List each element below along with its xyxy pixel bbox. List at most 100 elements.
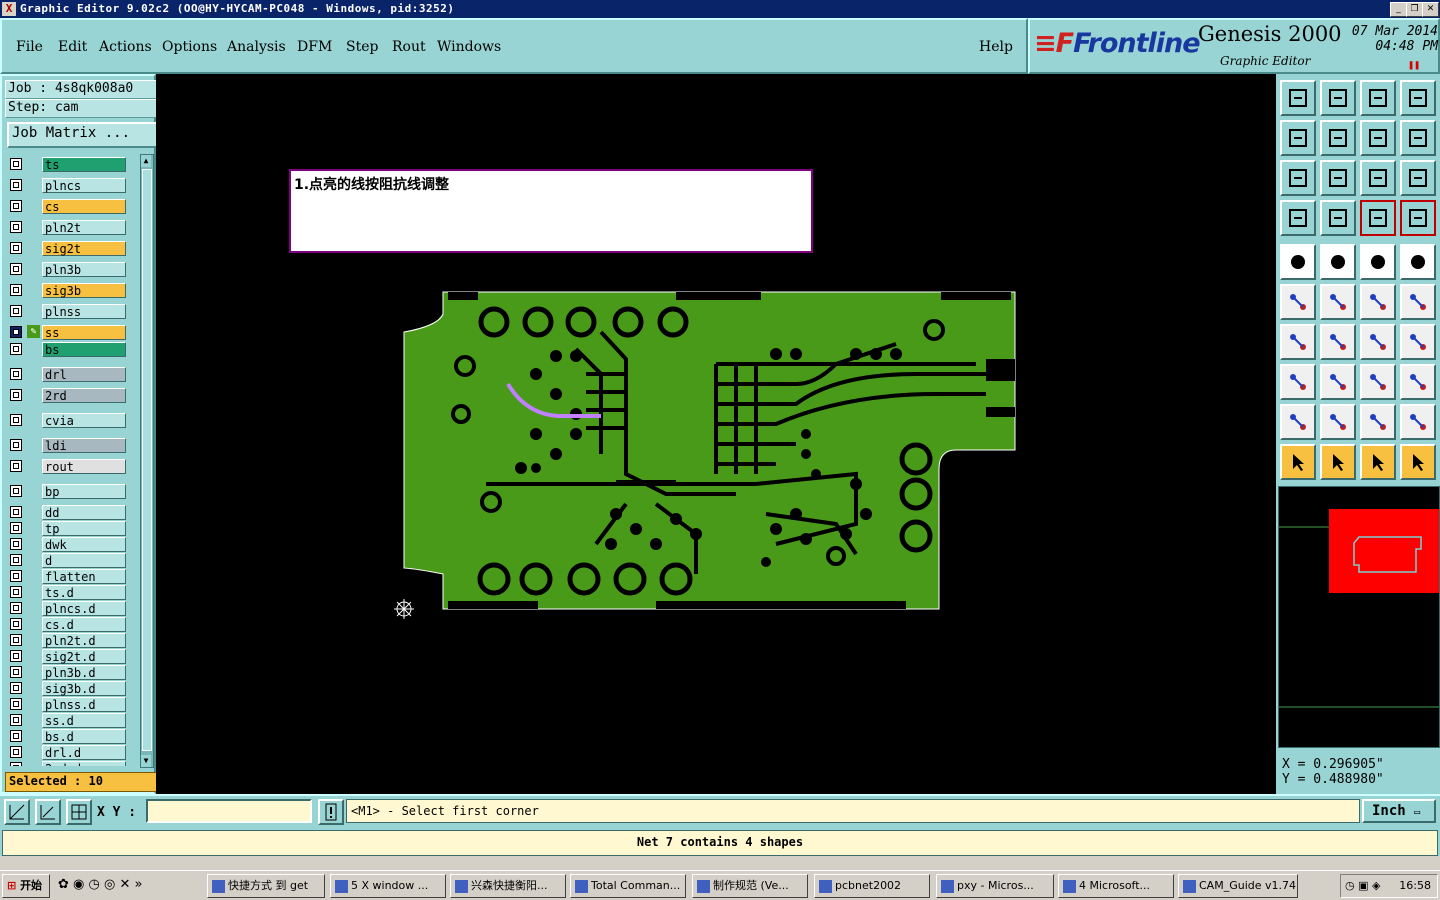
layer-checkbox[interactable]	[10, 485, 22, 497]
layer-name[interactable]: ts.d	[42, 585, 126, 600]
layer-row[interactable]: pln2t.d	[6, 632, 140, 648]
line-edit-icon[interactable]	[1400, 284, 1436, 320]
layer-row[interactable]: 2rd.d	[6, 760, 140, 766]
taskbar-item[interactable]: Total Comman...	[570, 874, 686, 898]
layer-name[interactable]: 2rd	[42, 388, 126, 403]
scroll-down-icon[interactable]: ▼	[141, 755, 151, 767]
cross-icon[interactable]	[1320, 284, 1356, 320]
layer-checkbox[interactable]	[10, 179, 22, 191]
home-icon[interactable]	[1360, 80, 1396, 116]
taskbar-item[interactable]: 5 X window ...	[330, 874, 446, 898]
taskbar-item[interactable]: 4 Microsoft...	[1058, 874, 1174, 898]
group-icon[interactable]	[1400, 364, 1436, 400]
scroll-thumb[interactable]	[142, 169, 152, 751]
layer-checkbox[interactable]	[10, 586, 22, 598]
triangle-c-icon[interactable]	[1400, 404, 1436, 440]
info-icon[interactable]	[318, 799, 344, 825]
layer-checkbox[interactable]	[10, 343, 22, 355]
layer-row[interactable]: ss.d	[6, 712, 140, 728]
minimize-button[interactable]: _	[1390, 2, 1407, 17]
layer-checkbox[interactable]	[10, 634, 22, 646]
triangle-a-icon[interactable]	[1320, 404, 1356, 440]
zoom-home-icon[interactable]	[1320, 160, 1356, 196]
move-icon[interactable]	[1320, 364, 1356, 400]
split-icon[interactable]	[1400, 324, 1436, 360]
menu-rout[interactable]: Rout	[392, 39, 426, 55]
layer-checkbox[interactable]	[10, 762, 22, 766]
layer-name[interactable]: ss.d	[42, 713, 126, 728]
menu-help[interactable]: Help	[979, 39, 1013, 55]
graphic-canvas[interactable]: 1.点亮的线按阻抗线调整	[156, 74, 1276, 794]
layer-row[interactable]: rout	[6, 458, 140, 474]
layer-name[interactable]: sig2t.d	[42, 649, 126, 664]
step-prev-icon[interactable]	[1280, 120, 1316, 156]
layer-scrollbar[interactable]: ▲ ▼	[140, 154, 154, 768]
arc-icon[interactable]	[1360, 324, 1396, 360]
layer-name[interactable]: cs	[42, 199, 126, 214]
layer-checkbox[interactable]	[10, 368, 22, 380]
layer-name[interactable]: cvia	[42, 413, 126, 428]
layer-checkbox[interactable]	[10, 439, 22, 451]
layer-row[interactable]: pln3b	[6, 261, 140, 277]
layer-name[interactable]: tp	[42, 521, 126, 536]
layer-checkbox[interactable]	[10, 522, 22, 534]
step-next-icon[interactable]	[1320, 120, 1356, 156]
layer-name[interactable]: bs	[42, 342, 126, 357]
job-matrix-button[interactable]: Job Matrix ...	[7, 122, 158, 148]
layer-row[interactable]: bs	[6, 341, 140, 357]
layer-checkbox[interactable]	[10, 682, 22, 694]
layer-name[interactable]: drl.d	[42, 745, 126, 760]
layer-row[interactable]: d	[6, 552, 140, 568]
layer-display-icon[interactable]	[1360, 200, 1396, 236]
layer-name[interactable]: cs.d	[42, 617, 126, 632]
layer-row[interactable]: 2rd	[6, 387, 140, 403]
zoom-fit-icon[interactable]	[1280, 160, 1316, 196]
layer-row[interactable]: cs.d	[6, 616, 140, 632]
layer-checkbox[interactable]	[10, 221, 22, 233]
layer-name[interactable]: plnss.d	[42, 697, 126, 712]
layer-checkbox[interactable]	[10, 305, 22, 317]
layer-row[interactable]: ✎ ss	[6, 324, 140, 340]
taskbar-item[interactable]: CAM_Guide v1.74	[1178, 874, 1298, 898]
layer-checkbox[interactable]	[10, 666, 22, 678]
zoom-window-icon[interactable]	[4, 799, 30, 825]
ruler-icon[interactable]	[1360, 244, 1396, 280]
select-path-icon[interactable]	[1400, 444, 1436, 480]
layer-name[interactable]: pln2t	[42, 220, 126, 235]
layer-name[interactable]: ldi	[42, 438, 126, 453]
line-node-icon[interactable]	[1360, 284, 1396, 320]
layer-checkbox[interactable]	[10, 554, 22, 566]
layer-name[interactable]: sig3b	[42, 283, 126, 298]
select-box-icon[interactable]	[1320, 444, 1356, 480]
layer-checkbox[interactable]	[10, 650, 22, 662]
layer-row[interactable]: plncs.d	[6, 600, 140, 616]
layer-checkbox[interactable]	[10, 263, 22, 275]
layer-checkbox[interactable]	[10, 746, 22, 758]
pause-icon[interactable]: ❚❚	[1408, 60, 1420, 71]
layer-name[interactable]: plncs.d	[42, 601, 126, 616]
layer-row[interactable]: plnss	[6, 303, 140, 319]
layer-row[interactable]: bs.d	[6, 728, 140, 744]
menu-step[interactable]: Step	[346, 39, 378, 55]
menu-analysis[interactable]: Analysis	[227, 39, 286, 55]
layer-checkbox[interactable]	[10, 389, 22, 401]
xy-input[interactable]	[146, 799, 312, 823]
layer-name[interactable]: plnss	[42, 304, 126, 319]
menu-options[interactable]: Options	[162, 39, 217, 55]
tool-options-icon[interactable]	[1280, 200, 1316, 236]
polygon-icon[interactable]	[1320, 244, 1356, 280]
layer-name[interactable]: plncs	[42, 178, 126, 193]
select-net-icon[interactable]	[1360, 444, 1396, 480]
layer-row[interactable]: ts.d	[6, 584, 140, 600]
layer-checkbox[interactable]	[10, 730, 22, 742]
layer-name[interactable]: pln2t.d	[42, 633, 126, 648]
layer-name[interactable]: flatten	[42, 569, 126, 584]
layer-name[interactable]: drl	[42, 367, 126, 382]
layer-name[interactable]: rout	[42, 459, 126, 474]
layer-row[interactable]: pln2t	[6, 219, 140, 235]
layer-checkbox[interactable]	[10, 460, 22, 472]
triangle-b-icon[interactable]	[1360, 404, 1396, 440]
copy-icon[interactable]	[1280, 364, 1316, 400]
pad-icon[interactable]	[1280, 244, 1316, 280]
layer-row[interactable]: flatten	[6, 568, 140, 584]
